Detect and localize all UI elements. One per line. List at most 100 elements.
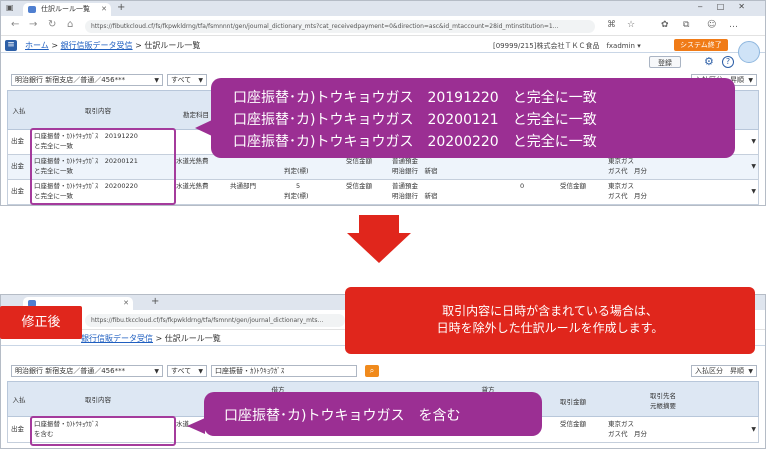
row-bank-1: 普通預金	[392, 182, 418, 190]
register-button[interactable]: 登録	[649, 56, 681, 68]
breadcrumb-sep: >	[135, 41, 142, 50]
chevron-down-icon: ▼	[198, 368, 203, 375]
address-bar-row: ← → ↻ ⌂ https://fibutkcloud.cf/fs/fkpwkl…	[1, 16, 765, 36]
all-select[interactable]: すべて ▼	[167, 365, 207, 377]
header-debit-account: 勘定科目	[183, 111, 209, 119]
row-type: 出金	[11, 187, 24, 195]
url-text: https://fibu.tkccloud.cf/fs/fkpwkldrng/t…	[91, 317, 324, 324]
star-icon[interactable]: ☆	[627, 20, 635, 30]
row-amount-label: 受信金額	[346, 157, 372, 165]
note-box: 取引内容に日時が含まれている場合は、 日時を除外した仕訳ルールを作成します。	[345, 287, 755, 354]
breadcrumb-sep: >	[155, 334, 163, 343]
row-menu-icon[interactable]: ▼	[751, 188, 756, 195]
window-menu-icon[interactable]: ▣	[6, 3, 14, 12]
header-content: 取引内容	[85, 107, 111, 115]
header-partner: 取引先名 元帳摘要	[650, 392, 676, 410]
breadcrumb: ホーム > 銀行信販データ受信 > 仕訳ルール一覧	[25, 40, 200, 51]
header-content: 取引内容	[85, 396, 111, 404]
account-select[interactable]: 明治銀行 新宿支店／普通／456*** ▼	[11, 365, 163, 377]
company-selector[interactable]: [09999/215]株式会社ＴＫＣ食品 fxadmin ▾	[493, 41, 641, 51]
chevron-down-icon: ▼	[154, 368, 159, 375]
profile-icon[interactable]: ☺	[707, 20, 716, 30]
filter-row: 明治銀行 新宿支店／普通／456*** ▼ すべて ▼ 口座振替・ｶ)ﾄｳｷｮｳｶﾞ…	[1, 363, 765, 379]
keyword-input[interactable]: 口座振替・ｶ)ﾄｳｷｮｳｶﾞｽ	[211, 365, 357, 377]
row-menu-icon[interactable]: ▼	[751, 426, 756, 433]
callout-line-3: 口座振替･カ)トウキョウガス 20200220 と完全に一致	[233, 134, 597, 150]
browser-tab[interactable]: 仕訳ルール一覧 ✕	[23, 3, 111, 16]
row-recv: 受信金額	[560, 182, 586, 190]
row-amount-label: 受信金額	[346, 182, 372, 190]
search-icon[interactable]: ⌕	[365, 365, 379, 377]
back-icon[interactable]: ←	[11, 19, 19, 30]
account-select[interactable]: 明治銀行 新宿支店／普通／456*** ▼	[11, 74, 163, 86]
row-bank-2: 明治銀行 新宿	[392, 192, 438, 200]
callout-bottom-tail	[187, 418, 205, 434]
row-type: 出金	[11, 425, 24, 433]
breadcrumb-bank[interactable]: 銀行信販データ受信	[61, 41, 133, 50]
row-dept: 共通部門	[230, 182, 256, 190]
row-bank-2: 明治銀行 新宿	[392, 167, 438, 175]
row-account: 水道光熱費	[176, 157, 209, 165]
collections-icon[interactable]: ⧉	[683, 20, 689, 30]
breadcrumb-home[interactable]: ホーム	[25, 41, 49, 50]
row-partner-1: 東京ガス	[608, 420, 634, 428]
home-icon[interactable]: ⌂	[67, 19, 73, 30]
down-arrow-icon	[359, 215, 399, 233]
callout-bottom: 口座振替･カ)トウキョウガス を含む	[204, 392, 542, 436]
row-partner-2: ガス代 月分	[608, 167, 647, 175]
system-end-button[interactable]: システム終了	[674, 39, 728, 51]
forward-icon[interactable]: →	[29, 19, 37, 30]
close-tab-icon[interactable]: ✕	[101, 3, 107, 16]
breadcrumb-bank[interactable]: 銀行信販データ受信	[81, 334, 153, 343]
all-select-value: すべて	[171, 367, 192, 375]
gear-icon[interactable]: ⚙	[704, 55, 714, 68]
help-icon[interactable]: ?	[722, 56, 734, 68]
url-text: https://fibutkcloud.cf/fs/fkpwkldrng/tfa…	[91, 23, 559, 30]
highlight-box-bottom	[30, 416, 176, 446]
window-controls[interactable]: ‒□✕	[698, 2, 759, 11]
note-line-1: 取引内容に日時が含まれている場合は、	[442, 304, 658, 318]
row-recv: 受信金額	[560, 420, 586, 428]
assistant-avatar-icon[interactable]	[738, 41, 760, 63]
callout-top: 口座振替･カ)トウキョウガス 20191220 と完全に一致 口座振替･カ)トウ…	[211, 78, 735, 158]
down-arrow-head	[347, 233, 411, 263]
toolbar: 登録 ⚙ ?	[1, 54, 765, 70]
header-in-out: 入払	[12, 107, 26, 115]
new-tab-button[interactable]: +	[117, 2, 125, 13]
entry-type-value: 入払区分 昇順	[695, 367, 744, 375]
row-type: 出金	[11, 162, 24, 170]
chevron-down-icon: ▼	[748, 368, 753, 375]
all-select[interactable]: すべて ▼	[167, 74, 207, 86]
translate-icon[interactable]: ⌘	[607, 20, 616, 30]
row-partner-1: 東京ガス	[608, 157, 634, 165]
url-field[interactable]: https://fibutkcloud.cf/fs/fkpwkldrng/tfa…	[85, 20, 595, 33]
callout-bottom-text: 口座振替･カ)トウキョウガス を含む	[224, 408, 461, 424]
chevron-down-icon: ▼	[154, 77, 159, 84]
close-tab-icon[interactable]: ✕	[123, 297, 129, 310]
more-icon[interactable]: …	[729, 20, 738, 30]
callout-line-2: 口座振替･カ)トウキョウガス 20200121 と完全に一致	[233, 112, 597, 128]
row-account: 水道光熱費	[176, 182, 209, 190]
extension-icon[interactable]: ✿	[661, 20, 669, 30]
row-menu-icon[interactable]: ▼	[751, 163, 756, 170]
highlight-box-top	[30, 128, 176, 205]
breadcrumb: 銀行信販データ受信 > 仕訳ルール一覧	[81, 333, 221, 344]
row-partner-2: ガス代 月分	[608, 192, 647, 200]
entry-type-select[interactable]: 入払区分 昇順 ▼	[691, 365, 757, 377]
callout-top-tail	[195, 120, 212, 136]
hamburger-menu-icon[interactable]: ≡	[5, 40, 17, 51]
browser-tab-bar: ▣ 仕訳ルール一覧 ✕ + ‒□✕	[1, 1, 765, 16]
callout-line-1: 口座振替･カ)トウキョウガス 20191220 と完全に一致	[233, 90, 597, 106]
breadcrumb-sep: >	[51, 41, 59, 50]
url-field[interactable]: https://fibu.tkccloud.cf/fs/fkpwkldrng/t…	[85, 314, 345, 327]
header-in-out: 入払	[12, 396, 26, 404]
app-header: ≡ ホーム > 銀行信販データ受信 > 仕訳ルール一覧 [09999/215]株…	[1, 38, 765, 53]
row-bank-1: 普通預金	[392, 157, 418, 165]
new-tab-button[interactable]: +	[151, 296, 159, 307]
note-line-2: 日時を除外した仕訳ルールを作成します。	[436, 321, 664, 335]
row-tax-num: 5	[296, 182, 301, 190]
row-menu-icon[interactable]: ▼	[751, 138, 756, 145]
reload-icon[interactable]: ↻	[48, 19, 56, 30]
chevron-down-icon: ▼	[198, 77, 203, 84]
all-select-value: すべて	[171, 76, 192, 84]
